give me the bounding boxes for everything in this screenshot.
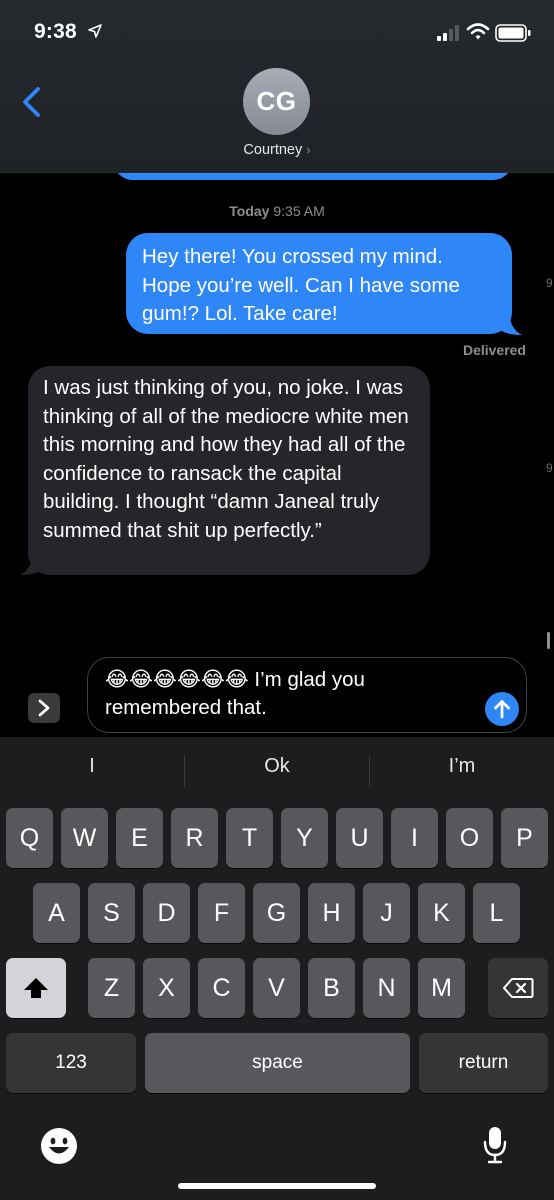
prediction-3[interactable]: I’m <box>370 755 554 778</box>
send-button[interactable] <box>485 692 519 726</box>
backspace-icon <box>503 978 534 998</box>
key-w[interactable]: W <box>61 808 108 868</box>
key-t[interactable]: T <box>226 808 273 868</box>
key-z[interactable]: Z <box>88 958 135 1018</box>
conversation-header: 9:38 CG Courtney › <box>0 0 554 173</box>
key-n[interactable]: N <box>363 958 410 1018</box>
timestamp-time: 9:35 AM <box>273 203 325 219</box>
sent-message-bubble[interactable]: Hey there! You crossed my mind. Hope you… <box>126 233 512 334</box>
key-f[interactable]: F <box>198 883 245 943</box>
scrollbar[interactable] <box>547 632 550 649</box>
key-c[interactable]: C <box>198 958 245 1018</box>
shift-icon <box>24 978 48 998</box>
shift-key[interactable] <box>6 958 66 1018</box>
back-chevron-icon[interactable] <box>20 86 42 118</box>
key-r[interactable]: R <box>171 808 218 868</box>
avatar-initials: CG <box>256 86 297 116</box>
send-arrow-icon <box>494 700 510 719</box>
key-q[interactable]: Q <box>6 808 53 868</box>
contact-name-label: Courtney <box>243 142 303 158</box>
expand-chevron-icon <box>38 699 50 717</box>
compose-emojis: 😂😂😂😂😂😂 <box>105 668 249 691</box>
edge-timestamp: 9 <box>546 276 553 290</box>
emoji-icon[interactable] <box>40 1127 78 1165</box>
received-bubble-tail <box>20 558 42 575</box>
key-p[interactable]: P <box>501 808 548 868</box>
key-y[interactable]: Y <box>281 808 328 868</box>
prediction-1[interactable]: I <box>0 755 184 778</box>
received-message-bubble[interactable]: I was just thinking of you, no joke. I w… <box>28 366 430 575</box>
key-x[interactable]: X <box>143 958 190 1018</box>
predictive-bar: I Ok I’m <box>0 737 554 805</box>
signal-icon <box>437 25 459 41</box>
delivered-status: Delivered <box>462 342 526 358</box>
microphone-icon[interactable] <box>482 1125 508 1165</box>
key-e[interactable]: E <box>116 808 163 868</box>
message-input-text[interactable]: 😂😂😂😂😂😂 I’m glad you remembered that. <box>105 666 485 722</box>
contact-avatar[interactable]: CG <box>243 68 310 135</box>
home-indicator[interactable] <box>178 1183 376 1189</box>
key-u[interactable]: U <box>336 808 383 868</box>
prediction-2[interactable]: Ok <box>185 755 369 778</box>
key-v[interactable]: V <box>253 958 300 1018</box>
expand-apps-button[interactable] <box>28 693 60 723</box>
key-k[interactable]: K <box>418 883 465 943</box>
battery-icon <box>495 24 531 42</box>
sent-bubble-tail <box>500 318 522 335</box>
backspace-key[interactable] <box>488 958 548 1018</box>
key-l[interactable]: L <box>473 883 520 943</box>
key-o[interactable]: O <box>446 808 493 868</box>
space-key[interactable]: space <box>145 1033 410 1093</box>
edge-timestamp: 9 <box>546 461 553 475</box>
message-input[interactable]: 😂😂😂😂😂😂 I’m glad you remembered that. <box>87 657 527 733</box>
key-s[interactable]: S <box>88 883 135 943</box>
contact-chevron-icon: › <box>306 142 311 157</box>
key-h[interactable]: H <box>308 883 355 943</box>
key-d[interactable]: D <box>143 883 190 943</box>
key-a[interactable]: A <box>33 883 80 943</box>
keyboard: I Ok I’m Q W E R T Y U I O P A S D F G H… <box>0 737 554 1200</box>
key-g[interactable]: G <box>253 883 300 943</box>
key-j[interactable]: J <box>363 883 410 943</box>
wifi-icon <box>466 23 490 40</box>
key-m[interactable]: M <box>418 958 465 1018</box>
location-arrow-icon <box>88 24 102 38</box>
return-key[interactable]: return <box>419 1033 548 1093</box>
message-timestamp: Today 9:35 AM <box>0 203 554 219</box>
key-i[interactable]: I <box>391 808 438 868</box>
status-time: 9:38 <box>34 20 77 43</box>
numbers-key[interactable]: 123 <box>6 1033 136 1093</box>
key-b[interactable]: B <box>308 958 355 1018</box>
contact-name[interactable]: Courtney › <box>0 142 554 158</box>
timestamp-day: Today <box>229 203 270 219</box>
